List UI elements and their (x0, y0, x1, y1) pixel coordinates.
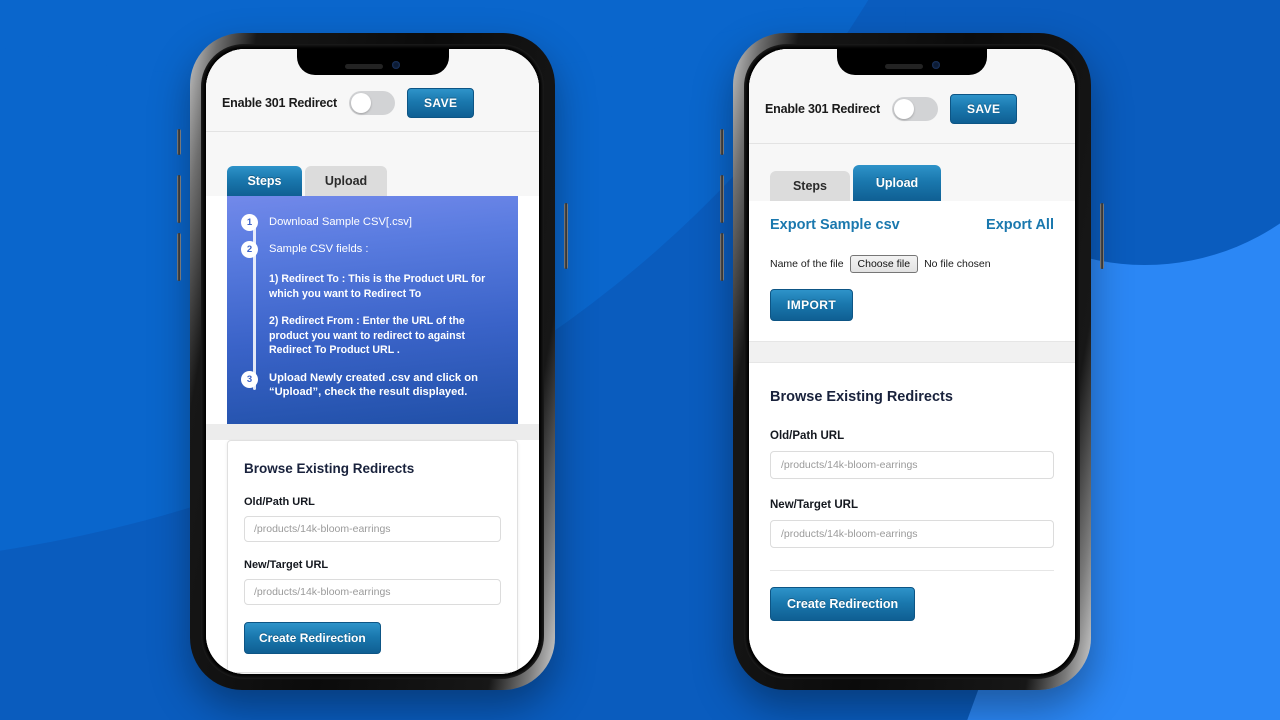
enable-301-redirect-label: Enable 301 Redirect (222, 96, 338, 110)
tab-steps[interactable]: Steps (770, 171, 850, 201)
export-sample-csv-link[interactable]: Export Sample csv (770, 217, 900, 233)
browse-card-title: Browse Existing Redirects (770, 389, 953, 405)
toggle-knob (894, 99, 915, 119)
earpiece-speaker-icon (345, 64, 383, 69)
phone-mockup-left: Enable 301 Redirect SAVE Steps Upload 1 … (177, 33, 568, 690)
tab-upload[interactable]: Upload (305, 166, 387, 196)
tab-bar-right: Steps Upload (749, 144, 1075, 201)
phone-right-mute-switch[interactable] (720, 129, 724, 155)
save-button[interactable]: SAVE (950, 94, 1018, 124)
tab-bar-left: Steps Upload (206, 132, 539, 196)
tab-upload[interactable]: Upload (853, 165, 941, 201)
toggle-knob (351, 93, 372, 113)
old-path-url-label: Old/Path URL (770, 430, 845, 442)
phone-left-volume-up-button[interactable] (177, 175, 181, 223)
phone-mockup-right: Enable 301 Redirect SAVE Steps Upload Ex… (720, 33, 1104, 690)
choose-file-button[interactable]: Choose file (849, 255, 919, 273)
step-label: Sample CSV fields : (269, 243, 369, 255)
step-sub-item-redirect-to: 1) Redirect To : This is the Product URL… (269, 273, 486, 300)
step-item: 3 Upload Newly created .csv and click on… (241, 370, 502, 400)
new-target-url-input[interactable] (770, 520, 1054, 548)
step-number-badge: 2 (241, 241, 258, 258)
browse-existing-redirects-card-right: Browse Existing Redirects Old/Path URL N… (749, 363, 1075, 621)
phone-right-bezel: Enable 301 Redirect SAVE Steps Upload Ex… (744, 44, 1080, 679)
phone-right-notch (837, 49, 987, 75)
new-target-url-input[interactable] (244, 579, 501, 605)
card-divider (770, 570, 1054, 571)
enable-301-redirect-toggle[interactable] (349, 91, 396, 115)
steps-instructions-panel: 1 Download Sample CSV[.csv] 2 Sample CSV… (227, 196, 518, 424)
tab-steps[interactable]: Steps (227, 166, 302, 196)
earpiece-speaker-icon (884, 64, 923, 69)
front-camera-icon (392, 61, 400, 69)
phone-right-screen: Enable 301 Redirect SAVE Steps Upload Ex… (749, 49, 1075, 674)
enable-301-redirect-label: Enable 301 Redirect (765, 102, 881, 116)
browse-card-title: Browse Existing Redirects (244, 461, 415, 476)
new-target-url-label: New/Target URL (770, 499, 858, 511)
app-viewport-right: Enable 301 Redirect SAVE Steps Upload Ex… (749, 49, 1075, 674)
phone-right-power-button[interactable] (1100, 203, 1104, 269)
phone-right-volume-down-button[interactable] (720, 233, 724, 281)
no-file-chosen-text: No file chosen (924, 258, 991, 270)
old-path-url-input[interactable] (770, 451, 1054, 479)
phone-left-bezel: Enable 301 Redirect SAVE Steps Upload 1 … (201, 44, 544, 679)
step-number-badge: 1 (241, 214, 258, 231)
step-sub-item-redirect-from: 2) Redirect From : Enter the URL of the … (269, 315, 465, 356)
phone-left-notch (296, 49, 449, 75)
old-path-url-input[interactable] (244, 516, 501, 542)
file-field-label: Name of the file (770, 258, 844, 270)
step-item: 2 Sample CSV fields : (241, 241, 502, 258)
browse-existing-redirects-card-left: Browse Existing Redirects Old/Path URL N… (227, 440, 518, 673)
enable-301-redirect-toggle[interactable] (892, 97, 939, 121)
step-item: 1 Download Sample CSV[.csv] (241, 214, 502, 231)
step-label: Download Sample CSV[.csv] (269, 216, 413, 228)
screenshot-canvas: Enable 301 Redirect SAVE Steps Upload 1 … (0, 0, 1280, 720)
create-redirection-button[interactable]: Create Redirection (770, 587, 916, 621)
step-label: Upload Newly created .csv and click on “… (269, 371, 478, 399)
file-chooser-row: Name of the file Choose file No file cho… (770, 255, 1054, 273)
export-all-link[interactable]: Export All (986, 217, 1054, 233)
export-row: Export Sample csv Export All (770, 217, 1054, 233)
phone-left-mute-switch[interactable] (177, 129, 181, 155)
phone-left-volume-down-button[interactable] (177, 233, 181, 281)
panel-gap-left (206, 424, 539, 440)
create-redirection-button[interactable]: Create Redirection (244, 622, 381, 654)
front-camera-icon (931, 61, 940, 69)
app-viewport-left: Enable 301 Redirect SAVE Steps Upload 1 … (206, 49, 539, 674)
phone-right-volume-up-button[interactable] (720, 175, 724, 223)
import-button[interactable]: IMPORT (770, 289, 854, 321)
panel-footer-strip (749, 341, 1075, 363)
new-target-url-label: New/Target URL (244, 559, 329, 571)
old-path-url-label: Old/Path URL (244, 496, 315, 508)
save-button[interactable]: SAVE (407, 88, 475, 118)
phone-left-power-button[interactable] (564, 203, 568, 269)
upload-panel: Export Sample csv Export All Name of the… (749, 201, 1075, 341)
step-number-badge: 3 (241, 370, 258, 388)
phone-left-screen: Enable 301 Redirect SAVE Steps Upload 1 … (206, 49, 539, 674)
